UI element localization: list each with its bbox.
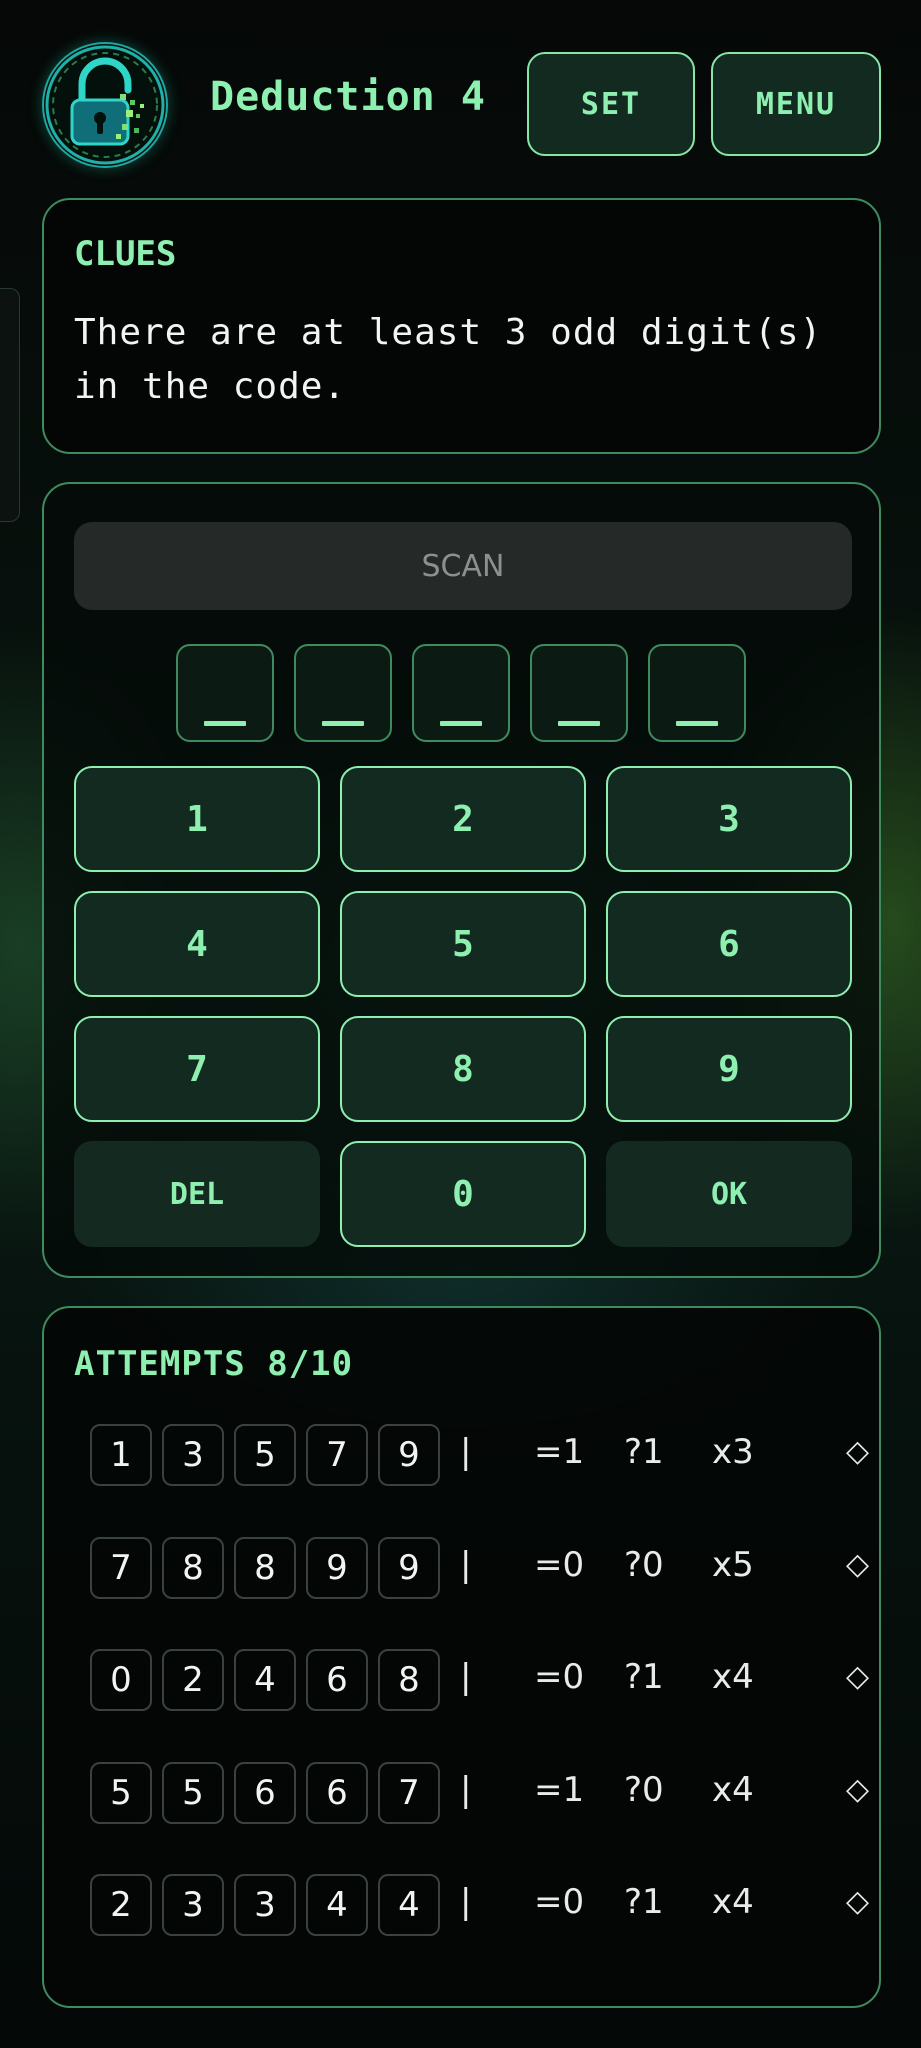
partial-match-count: ?0: [624, 1545, 664, 1585]
exact-match-count: =1: [534, 1432, 585, 1472]
odd-digit-count: x4: [712, 1882, 754, 1922]
attempt-digit: 7: [306, 1424, 368, 1486]
attempt-separator: |: [460, 1657, 472, 1697]
attempt-digit: 9: [378, 1424, 440, 1486]
attempt-separator: |: [460, 1432, 472, 1472]
code-slot[interactable]: [648, 644, 746, 742]
diamond-marker-icon[interactable]: ◇: [846, 1884, 876, 1919]
attempt-digit: 8: [162, 1537, 224, 1599]
key-2[interactable]: 2: [340, 766, 586, 872]
odd-digit-count: x3: [712, 1432, 754, 1472]
diamond-marker-icon[interactable]: ◇: [846, 1547, 876, 1582]
menu-button[interactable]: MENU: [711, 52, 881, 156]
attempt-digit: 3: [234, 1874, 296, 1936]
attempt-digit: 4: [306, 1874, 368, 1936]
odd-digit-count: x4: [712, 1657, 754, 1697]
attempt-digit: 5: [234, 1424, 296, 1486]
attempt-separator: |: [460, 1770, 472, 1810]
clues-panel: CLUES There are at least 3 odd digit(s) …: [42, 198, 881, 454]
side-drawer-handle[interactable]: [0, 288, 20, 522]
key-4[interactable]: 4: [74, 891, 320, 997]
partial-match-count: ?1: [624, 1882, 664, 1922]
padlock-icon: [42, 42, 168, 168]
code-slot[interactable]: [294, 644, 392, 742]
attempt-row: 1 3 5 7 9 | =1 ?1 x3 ◇: [90, 1424, 870, 1488]
key-0[interactable]: 0: [340, 1141, 586, 1247]
attempt-digit: 6: [306, 1762, 368, 1824]
game-title: Deduction 4: [210, 74, 486, 120]
attempt-digit: 4: [234, 1649, 296, 1711]
attempt-digit: 2: [162, 1649, 224, 1711]
attempt-separator: |: [460, 1882, 472, 1922]
clue-text: There are at least 3 odd digit(s) in the…: [74, 312, 823, 407]
diamond-marker-icon[interactable]: ◇: [846, 1434, 876, 1469]
attempt-digit: 1: [90, 1424, 152, 1486]
attempt-digit: 9: [306, 1537, 368, 1599]
partial-match-count: ?1: [624, 1657, 664, 1697]
attempt-digit: 7: [378, 1762, 440, 1824]
odd-digit-count: x4: [712, 1770, 754, 1810]
keypad-panel: SCAN 1 2 3 4 5 6 7 8 9 DEL 0 OK: [42, 482, 881, 1278]
code-slot[interactable]: [176, 644, 274, 742]
exact-match-count: =0: [534, 1657, 585, 1697]
scan-button[interactable]: SCAN: [74, 522, 852, 610]
partial-match-count: ?0: [624, 1770, 664, 1810]
attempt-digit: 6: [234, 1762, 296, 1824]
key-6[interactable]: 6: [606, 891, 852, 997]
exact-match-count: =0: [534, 1545, 585, 1585]
attempt-digit: 7: [90, 1537, 152, 1599]
delete-button[interactable]: DEL: [74, 1141, 320, 1247]
code-entry-slots: [176, 644, 766, 744]
key-5[interactable]: 5: [340, 891, 586, 997]
exact-match-count: =1: [534, 1770, 585, 1810]
code-slot[interactable]: [412, 644, 510, 742]
partial-match-count: ?1: [624, 1432, 664, 1472]
attempt-digit: 6: [306, 1649, 368, 1711]
attempt-row: 2 3 3 4 4 | =0 ?1 x4 ◇: [90, 1874, 870, 1938]
attempt-digit: 2: [90, 1874, 152, 1936]
set-button[interactable]: SET: [527, 52, 695, 156]
key-1[interactable]: 1: [74, 766, 320, 872]
odd-digit-count: x5: [712, 1545, 754, 1585]
attempt-row: 0 2 4 6 8 | =0 ?1 x4 ◇: [90, 1649, 870, 1713]
diamond-marker-icon[interactable]: ◇: [846, 1659, 876, 1694]
attempt-row: 7 8 8 9 9 | =0 ?0 x5 ◇: [90, 1537, 870, 1601]
attempts-title: ATTEMPTS 8/10: [74, 1344, 354, 1384]
attempt-digit: 0: [90, 1649, 152, 1711]
ok-button[interactable]: OK: [606, 1141, 852, 1247]
attempt-separator: |: [460, 1545, 472, 1585]
attempt-digit: 3: [162, 1424, 224, 1486]
clues-title: CLUES: [74, 234, 177, 274]
attempt-digit: 5: [90, 1762, 152, 1824]
attempt-digit: 9: [378, 1537, 440, 1599]
attempt-digit: 5: [162, 1762, 224, 1824]
attempt-digit: 3: [162, 1874, 224, 1936]
key-8[interactable]: 8: [340, 1016, 586, 1122]
attempt-row: 5 5 6 6 7 | =1 ?0 x4 ◇: [90, 1762, 870, 1826]
code-slot[interactable]: [530, 644, 628, 742]
key-7[interactable]: 7: [74, 1016, 320, 1122]
attempt-digit: 8: [378, 1649, 440, 1711]
exact-match-count: =0: [534, 1882, 585, 1922]
attempt-digit: 8: [234, 1537, 296, 1599]
diamond-marker-icon[interactable]: ◇: [846, 1772, 876, 1807]
key-3[interactable]: 3: [606, 766, 852, 872]
key-9[interactable]: 9: [606, 1016, 852, 1122]
attempts-panel: ATTEMPTS 8/10 1 3 5 7 9 | =1 ?1 x3 ◇ 7 8 8 9 9 | =0 ?0 x5 ◇…: [42, 1306, 881, 2008]
attempt-digit: 4: [378, 1874, 440, 1936]
